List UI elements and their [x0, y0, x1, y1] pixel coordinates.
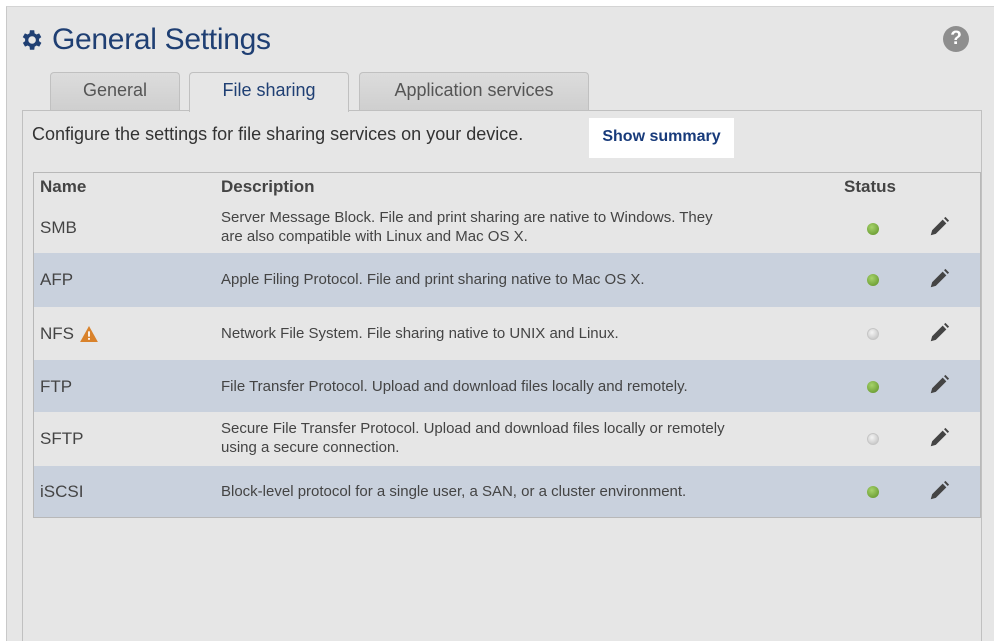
intro-text: Configure the settings for file sharing …: [32, 124, 524, 144]
service-name-text: SFTP: [40, 429, 84, 448]
service-name: FTP: [40, 377, 72, 397]
gear-icon: [22, 30, 42, 50]
pencil-icon[interactable]: [928, 480, 950, 502]
table-row-iscsi[interactable]: iSCSI Block-level protocol for a single …: [34, 466, 980, 517]
pencil-icon[interactable]: [928, 268, 950, 290]
service-name: NFS: [40, 324, 98, 344]
services-table: Name Description Status SMB Server Messa…: [33, 172, 981, 518]
description-line: are also compatible with Linux and Mac O…: [221, 228, 528, 245]
table-row-smb[interactable]: SMB Server Message Block. File and print…: [34, 201, 980, 253]
description-line: Block-level protocol for a single user, …: [221, 483, 687, 500]
service-description: Network File System. File sharing native…: [221, 324, 821, 343]
description-line: Apple Filing Protocol. File and print sh…: [221, 271, 645, 288]
table-row-afp[interactable]: AFP Apple Filing Protocol. File and prin…: [34, 253, 980, 307]
tab-file-sharing[interactable]: File sharing: [189, 72, 349, 112]
service-name: SFTP: [40, 429, 83, 449]
service-description: Apple Filing Protocol. File and print sh…: [221, 270, 821, 289]
service-name-text: SMB: [40, 218, 77, 237]
service-description: Server Message Block. File and print sha…: [221, 208, 821, 246]
description-line: using a secure connection.: [221, 439, 400, 456]
page-header: General Settings: [18, 22, 271, 58]
status-indicator: [867, 328, 879, 340]
service-description: Secure File Transfer Protocol. Upload an…: [221, 419, 821, 457]
table-row-nfs[interactable]: NFS Network File System. File sharing na…: [34, 307, 980, 360]
service-name: AFP: [40, 270, 73, 290]
column-header-description: Description: [221, 177, 315, 196]
tab-application-services[interactable]: Application services: [359, 72, 589, 110]
column-header-name: Name: [40, 177, 87, 196]
pencil-icon[interactable]: [928, 374, 950, 396]
service-name: iSCSI: [40, 482, 83, 502]
pencil-icon[interactable]: [928, 216, 950, 238]
service-name: SMB: [40, 218, 77, 238]
pencil-icon[interactable]: [928, 427, 950, 449]
status-indicator: [867, 381, 879, 393]
service-name-text: FTP: [40, 377, 73, 396]
service-name-text: iSCSI: [40, 482, 84, 501]
description-line: Server Message Block. File and print sha…: [221, 209, 713, 226]
service-name-text: NFS: [40, 324, 74, 343]
description-line: File Transfer Protocol. Upload and downl…: [221, 378, 688, 395]
status-indicator: [867, 433, 879, 445]
service-description: Block-level protocol for a single user, …: [221, 482, 821, 501]
description-line: Network File System. File sharing native…: [221, 325, 619, 342]
table-row-ftp[interactable]: FTP File Transfer Protocol. Upload and d…: [34, 360, 980, 412]
service-name-text: AFP: [40, 270, 74, 289]
page-title: General Settings: [52, 23, 271, 56]
pencil-icon[interactable]: [928, 322, 950, 344]
warning-icon: [80, 326, 98, 342]
help-icon[interactable]: ?: [943, 26, 969, 52]
table-row-sftp[interactable]: SFTP Secure File Transfer Protocol. Uplo…: [34, 412, 980, 466]
service-description: File Transfer Protocol. Upload and downl…: [221, 377, 821, 396]
show-summary-link[interactable]: Show summary: [589, 118, 734, 158]
status-indicator: [867, 274, 879, 286]
status-indicator: [867, 223, 879, 235]
table-header: Name Description Status: [34, 173, 980, 199]
tab-general[interactable]: General: [50, 72, 180, 110]
column-header-status: Status: [844, 177, 896, 196]
status-indicator: [867, 486, 879, 498]
description-line: Secure File Transfer Protocol. Upload an…: [221, 420, 725, 437]
